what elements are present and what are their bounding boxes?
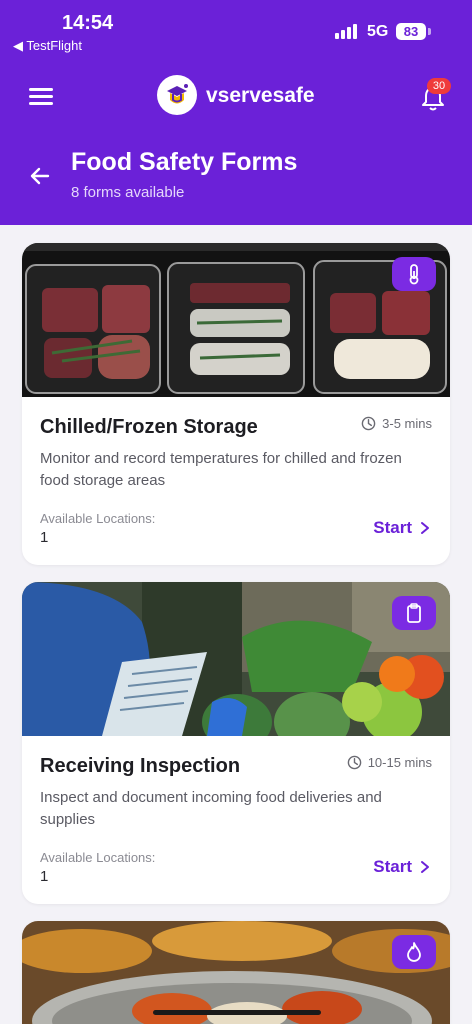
locations-label: Available Locations:	[40, 850, 156, 865]
form-description: Inspect and document incoming food deliv…	[40, 789, 382, 828]
form-duration: 10-15 mins	[347, 755, 432, 770]
duration-text: 10-15 mins	[367, 755, 432, 770]
clock-icon	[347, 755, 361, 770]
notification-badge: 30	[427, 78, 451, 94]
clock-icon	[361, 416, 376, 431]
start-button[interactable]: Start	[373, 857, 430, 877]
form-duration: 3-5 mins	[361, 416, 432, 431]
form-title: Chilled/Frozen Storage	[40, 416, 258, 438]
form-title: Receiving Inspection	[40, 755, 241, 777]
battery-icon: 83	[396, 23, 426, 40]
battery-tip	[428, 28, 431, 35]
app-header: 14:54 ◀ TestFlight 5G 83 vservesafe 30 F…	[0, 0, 472, 225]
status-bar: 14:54 ◀ TestFlight 5G 83	[0, 0, 472, 62]
flame-icon	[392, 935, 436, 969]
menu-icon[interactable]	[29, 85, 55, 107]
form-card-receiving-inspection[interactable]: Receiving Inspection 10-15 mins Inspect …	[22, 582, 450, 904]
locations-value: 1	[40, 529, 49, 546]
start-label: Start	[373, 857, 412, 876]
page-title: Food Safety Forms	[71, 148, 298, 176]
start-label: Start	[373, 518, 412, 537]
clipboard-icon	[392, 596, 436, 630]
chevron-right-icon	[421, 861, 429, 873]
home-indicator	[153, 1010, 321, 1015]
form-image	[22, 582, 450, 752]
status-time: 14:54	[62, 12, 114, 34]
duration-text: 3-5 mins	[382, 416, 432, 431]
chevron-right-icon	[421, 522, 429, 534]
signal-icon	[335, 24, 357, 39]
thermometer-icon	[392, 257, 436, 291]
page-subtitle: 8 forms available	[71, 184, 185, 201]
start-button[interactable]: Start	[373, 518, 430, 538]
locations-value: 1	[40, 868, 49, 885]
form-card-partial[interactable]	[22, 921, 450, 1024]
testflight-back-link[interactable]: ◀ TestFlight	[13, 38, 82, 54]
form-card-chilled-frozen-storage[interactable]: Chilled/Frozen Storage 3-5 mins Monitor …	[22, 243, 450, 565]
locations-label: Available Locations:	[40, 511, 156, 526]
brand-name: vservesafe	[206, 84, 315, 107]
network-type: 5G	[367, 23, 389, 40]
logo-icon	[157, 75, 197, 115]
form-image	[22, 921, 450, 1024]
form-description: Monitor and record temperatures for chil…	[40, 450, 402, 489]
back-arrow-icon[interactable]	[28, 164, 52, 188]
form-image	[22, 243, 450, 397]
